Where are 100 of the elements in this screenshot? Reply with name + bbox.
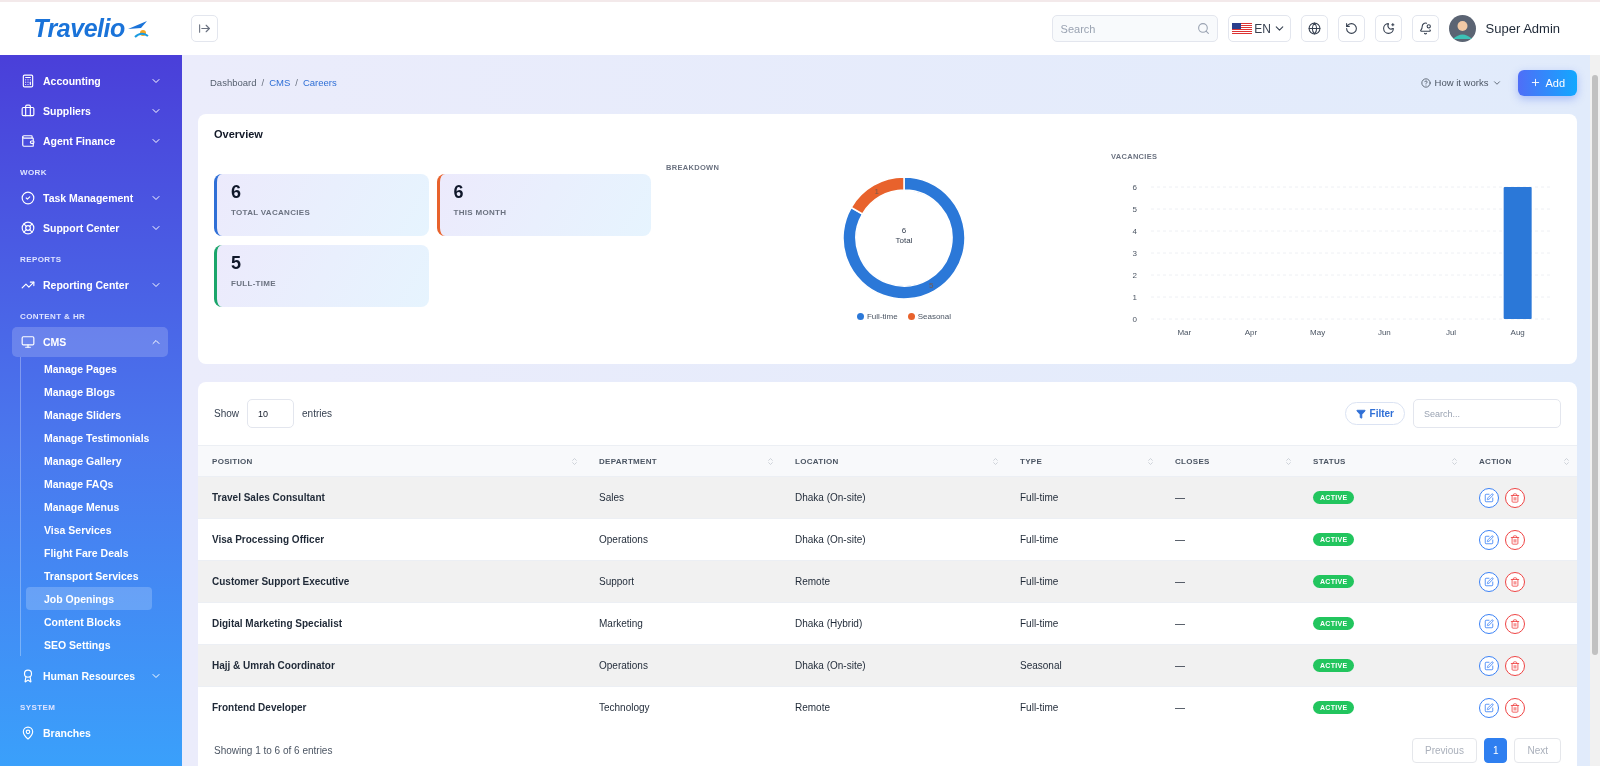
bell-icon — [1418, 22, 1432, 35]
edit-icon — [1484, 492, 1494, 503]
globe-icon — [1307, 22, 1321, 35]
help-button[interactable]: How it works — [1414, 76, 1509, 89]
theme-button[interactable] — [1374, 15, 1402, 42]
page-button[interactable]: 1 — [1483, 738, 1508, 763]
table-info: Showing 1 to 6 of 6 entries — [214, 745, 333, 756]
legend-dot — [857, 313, 864, 320]
nav-item[interactable]: Task Management — [12, 183, 168, 213]
nav-subitem[interactable]: Manage Testimonials — [26, 426, 152, 449]
nav-item[interactable]: Human Resources — [12, 661, 168, 691]
donut-center-label: Total — [895, 236, 913, 246]
nav-subitem[interactable]: Manage Pages — [26, 357, 152, 380]
axis-tick-label: 0 — [1132, 315, 1137, 324]
arrow-bar-icon — [198, 22, 211, 35]
table-cell-text: Visa Processing Officer — [211, 534, 326, 545]
filter-button[interactable]: Filter — [1344, 402, 1405, 425]
delete-button[interactable] — [1505, 613, 1525, 634]
sidebar-toggle-button[interactable] — [191, 15, 218, 42]
table-cell-text: — — [1174, 618, 1186, 629]
sort-icon — [1284, 456, 1293, 466]
nav-subitem[interactable]: Transport Services — [26, 564, 152, 587]
nav-subitem[interactable]: Job Openings — [26, 587, 152, 610]
axis-tick-label: 3 — [1132, 249, 1137, 258]
edit-button[interactable] — [1479, 697, 1499, 718]
edit-icon — [1484, 660, 1494, 671]
nav-subitem[interactable]: Manage Blogs — [26, 380, 152, 403]
column-header[interactable]: LOCATION — [781, 446, 1006, 476]
edit-button[interactable] — [1479, 529, 1499, 550]
plane-logo-icon — [126, 18, 149, 39]
notification-button[interactable] — [1411, 15, 1439, 42]
nav-item[interactable]: Accounting — [12, 66, 168, 96]
slice-label: 5 — [929, 281, 934, 291]
breadcrumb-link[interactable]: Careers — [302, 77, 337, 88]
table-cell-text: Operations — [598, 534, 649, 545]
stat-label: FULL-TIME — [231, 279, 277, 288]
axis-tick-label: 4 — [1132, 227, 1137, 236]
delete-button[interactable] — [1505, 697, 1525, 718]
section-title: WORK — [20, 167, 48, 179]
user-name: Super Admin — [1485, 21, 1560, 36]
edit-button[interactable] — [1479, 655, 1499, 676]
edit-icon — [1484, 534, 1494, 545]
help-icon — [1420, 77, 1431, 88]
nav-item[interactable]: Suppliers — [12, 96, 168, 126]
column-header[interactable]: CLOSES — [1161, 446, 1299, 476]
scrollbar-thumb[interactable] — [1592, 75, 1598, 655]
axis-tick-label: 5 — [1132, 205, 1137, 214]
table-search-field[interactable]: Search... — [1413, 399, 1561, 428]
language-button[interactable]: EN — [1227, 15, 1291, 42]
table-cell-text: Support — [598, 576, 636, 587]
delete-button[interactable] — [1505, 529, 1525, 550]
nav-subitem[interactable]: Manage Gallery — [26, 449, 152, 472]
table-cell-text: Full-time — [1019, 534, 1060, 545]
edit-button[interactable] — [1479, 487, 1499, 508]
nav-item[interactable]: CMS — [12, 327, 168, 357]
table-cell-text: Dhaka (On-site) — [794, 660, 867, 671]
column-header[interactable]: STATUS — [1299, 446, 1465, 476]
nav-item[interactable]: Agent Finance — [12, 126, 168, 156]
lifebuoy-icon — [21, 221, 35, 235]
nav-item[interactable]: Reporting Center — [12, 270, 168, 300]
delete-button[interactable] — [1505, 655, 1525, 676]
table-cell-text: Dhaka (On-site) — [794, 492, 867, 503]
column-header[interactable]: DEPARTMENT — [585, 446, 781, 476]
edit-button[interactable] — [1479, 571, 1499, 592]
legend-label: Seasonal — [917, 312, 951, 321]
sort-icon — [991, 456, 1000, 466]
column-header[interactable]: ACTION — [1465, 446, 1577, 476]
page-size-field[interactable]: 10 — [247, 399, 294, 428]
delete-button[interactable] — [1505, 487, 1525, 508]
legend-label: Full-time — [867, 312, 898, 321]
nav-subitem[interactable]: Flight Fare Deals — [26, 541, 152, 564]
nav-subitem[interactable]: Visa Services — [26, 518, 152, 541]
nav-subitem[interactable]: Manage Sliders — [26, 403, 152, 426]
delete-button[interactable] — [1505, 571, 1525, 592]
nav-subitem[interactable]: SEO Settings — [26, 633, 152, 656]
table-cell-text: Travel Sales Consultant — [211, 492, 326, 503]
nav-subitem[interactable]: Manage FAQs — [26, 472, 152, 495]
nav-item[interactable]: Support Center — [12, 213, 168, 243]
breadcrumb-link[interactable]: CMS — [269, 77, 291, 88]
edit-icon — [1484, 702, 1494, 713]
axis-tick-label: May — [1310, 328, 1326, 337]
monitor-icon — [21, 335, 35, 349]
globe-button[interactable] — [1300, 15, 1328, 42]
scrollbar[interactable] — [1590, 55, 1600, 766]
sort-icon — [1146, 456, 1155, 466]
nav-subitem[interactable]: Manage Menus — [26, 495, 152, 518]
search-field[interactable]: Search — [1051, 15, 1218, 42]
nav-subitem[interactable]: Content Blocks — [26, 610, 152, 633]
refresh-button[interactable] — [1337, 15, 1365, 42]
edit-button[interactable] — [1479, 613, 1499, 634]
nav-item[interactable]: Branches — [12, 718, 168, 748]
moon-icon — [1381, 22, 1395, 35]
column-header[interactable]: TYPE — [1006, 446, 1161, 476]
trash-icon — [1510, 576, 1520, 587]
column-header[interactable]: POSITION — [198, 446, 585, 476]
table-cell-text: Digital Marketing Specialist — [211, 618, 344, 629]
axis-tick-label: Mar — [1177, 328, 1192, 337]
card-title: Overview — [214, 128, 264, 140]
add-button[interactable]: Add — [1518, 69, 1577, 96]
show-label: Show — [214, 408, 239, 419]
